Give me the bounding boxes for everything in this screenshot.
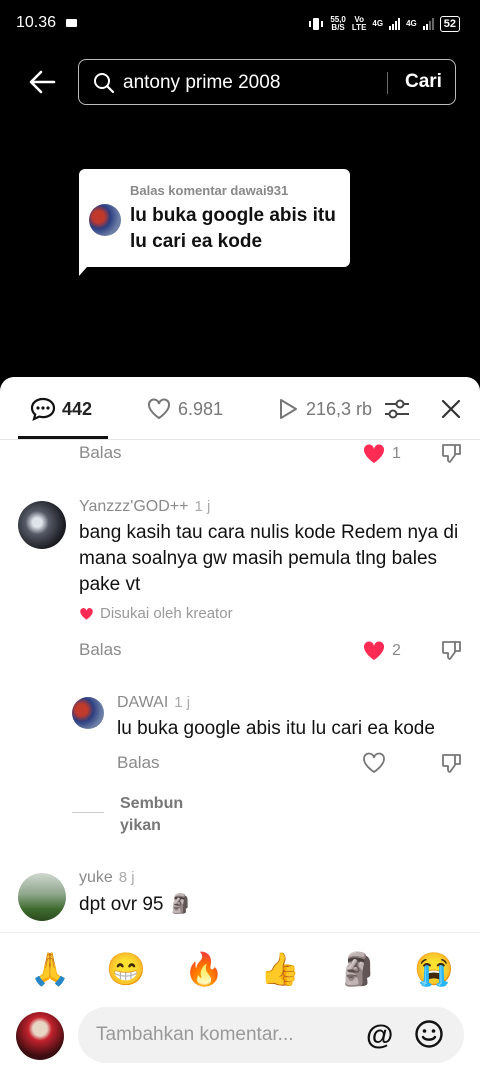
battery-indicator: 52 [439, 16, 460, 32]
status-time: 10.36 [16, 14, 57, 31]
reply-card-header: Balas komentar dawai931 [130, 183, 289, 198]
like-button[interactable]: 2 [362, 640, 401, 662]
signal-1-label: 4G [372, 19, 384, 28]
reply-comment-card: Balas komentar dawai931 lu buka google a… [79, 169, 350, 267]
comment-username[interactable]: yuke 8 j [79, 869, 135, 887]
heart-filled-icon [363, 641, 385, 660]
search-icon [94, 73, 115, 94]
reply-card-text: lu buka google abis itu lu cari ea kode [130, 205, 336, 252]
comments-count: 442 [62, 398, 93, 419]
comments-tabs: 442 6.981 216,3 rb [0, 377, 480, 440]
active-tab-underline [18, 436, 108, 439]
back-arrow-icon[interactable] [28, 68, 56, 96]
status-bar: 10.36 55,0 B/S Vo LTE 4G 4G 52 [0, 0, 480, 48]
emoji-grin-button[interactable]: 😁 [106, 951, 146, 987]
comments-sheet: 442 6.981 216,3 rb Balas 1 Yanzzz'GOD++ 1… [0, 377, 480, 1074]
mention-button[interactable]: @ [366, 1019, 393, 1051]
emoji-thumbsup-button[interactable]: 👍 [260, 951, 300, 987]
commenter-avatar[interactable] [18, 873, 66, 921]
reply-button[interactable]: Balas [79, 640, 122, 660]
search-bar[interactable]: antony prime 2008 Cari [78, 59, 456, 105]
collapse-line [72, 812, 104, 813]
reply-button[interactable]: Balas [79, 443, 122, 463]
close-icon[interactable] [440, 398, 462, 420]
screen-record-icon [66, 19, 77, 27]
comment-composer: Tambahkan komentar... @ [0, 1004, 480, 1074]
dislike-icon[interactable] [440, 441, 464, 465]
emoji-sob-button[interactable]: 😭 [414, 951, 454, 987]
search-input[interactable]: antony prime 2008 [123, 72, 280, 94]
collapse-replies-button[interactable]: Sembun yikan [120, 793, 183, 837]
tab-likes[interactable]: 6.981 [146, 397, 223, 421]
reply-username[interactable]: DAWAI 1 j [117, 694, 190, 712]
heart-filled-icon [363, 444, 385, 463]
signal-2-icon [422, 18, 434, 30]
volte-indicator: Vo LTE [351, 15, 367, 32]
comment-text: dpt ovr 95 🗿 [79, 894, 193, 915]
views-count: 216,3 rb [306, 398, 373, 419]
status-icons: 55,0 B/S Vo LTE 4G 4G 52 [308, 13, 460, 35]
reply-card-avatar [89, 204, 121, 236]
reply-button[interactable]: Balas [117, 753, 160, 773]
comment-username[interactable]: Yanzzz'GOD++ 1 j [79, 498, 210, 516]
like-count: 2 [392, 642, 401, 659]
heart-outline-icon[interactable] [362, 752, 386, 774]
dislike-icon[interactable] [440, 638, 464, 662]
reply-avatar[interactable] [72, 697, 104, 729]
likes-count: 6.981 [178, 398, 224, 419]
tab-comments[interactable]: 442 [30, 397, 92, 421]
filter-sliders-icon[interactable] [383, 397, 411, 421]
heart-small-icon [80, 607, 93, 620]
my-avatar [16, 1012, 64, 1060]
emoji-fire-button[interactable]: 🔥 [184, 951, 224, 987]
commenter-avatar[interactable] [18, 501, 66, 549]
search-divider [387, 72, 388, 94]
comment-input[interactable]: Tambahkan komentar... @ [78, 1007, 464, 1063]
dislike-icon[interactable] [440, 751, 464, 775]
creator-liked-badge: Disukai oleh kreator [79, 605, 233, 622]
play-icon [280, 399, 297, 419]
comment-input-placeholder: Tambahkan komentar... [96, 1024, 294, 1045]
emoji-moai-button[interactable]: 🗿 [338, 951, 378, 987]
like-count: 1 [392, 445, 401, 462]
signal-2-label: 4G [406, 19, 417, 28]
vibrate-icon [309, 18, 324, 30]
heart-outline-icon [148, 398, 170, 420]
like-button[interactable]: 1 [362, 443, 401, 465]
comment-bubble-icon [30, 397, 56, 421]
tab-views[interactable]: 216,3 rb [276, 397, 372, 421]
search-button[interactable]: Cari [405, 71, 442, 93]
net-speed: 55,0 B/S [330, 15, 346, 32]
emoji-quick-bar: 🙏 😁 🔥 👍 🗿 😭 [0, 932, 480, 1005]
signal-1-icon [389, 18, 401, 30]
reply-text: lu buka google abis itu lu cari ea kode [117, 718, 435, 739]
emoji-picker-icon[interactable] [414, 1019, 444, 1049]
comment-text: bang kasih tau cara nulis kode Redem nya… [79, 522, 459, 595]
emoji-pray-button[interactable]: 🙏 [30, 951, 70, 987]
